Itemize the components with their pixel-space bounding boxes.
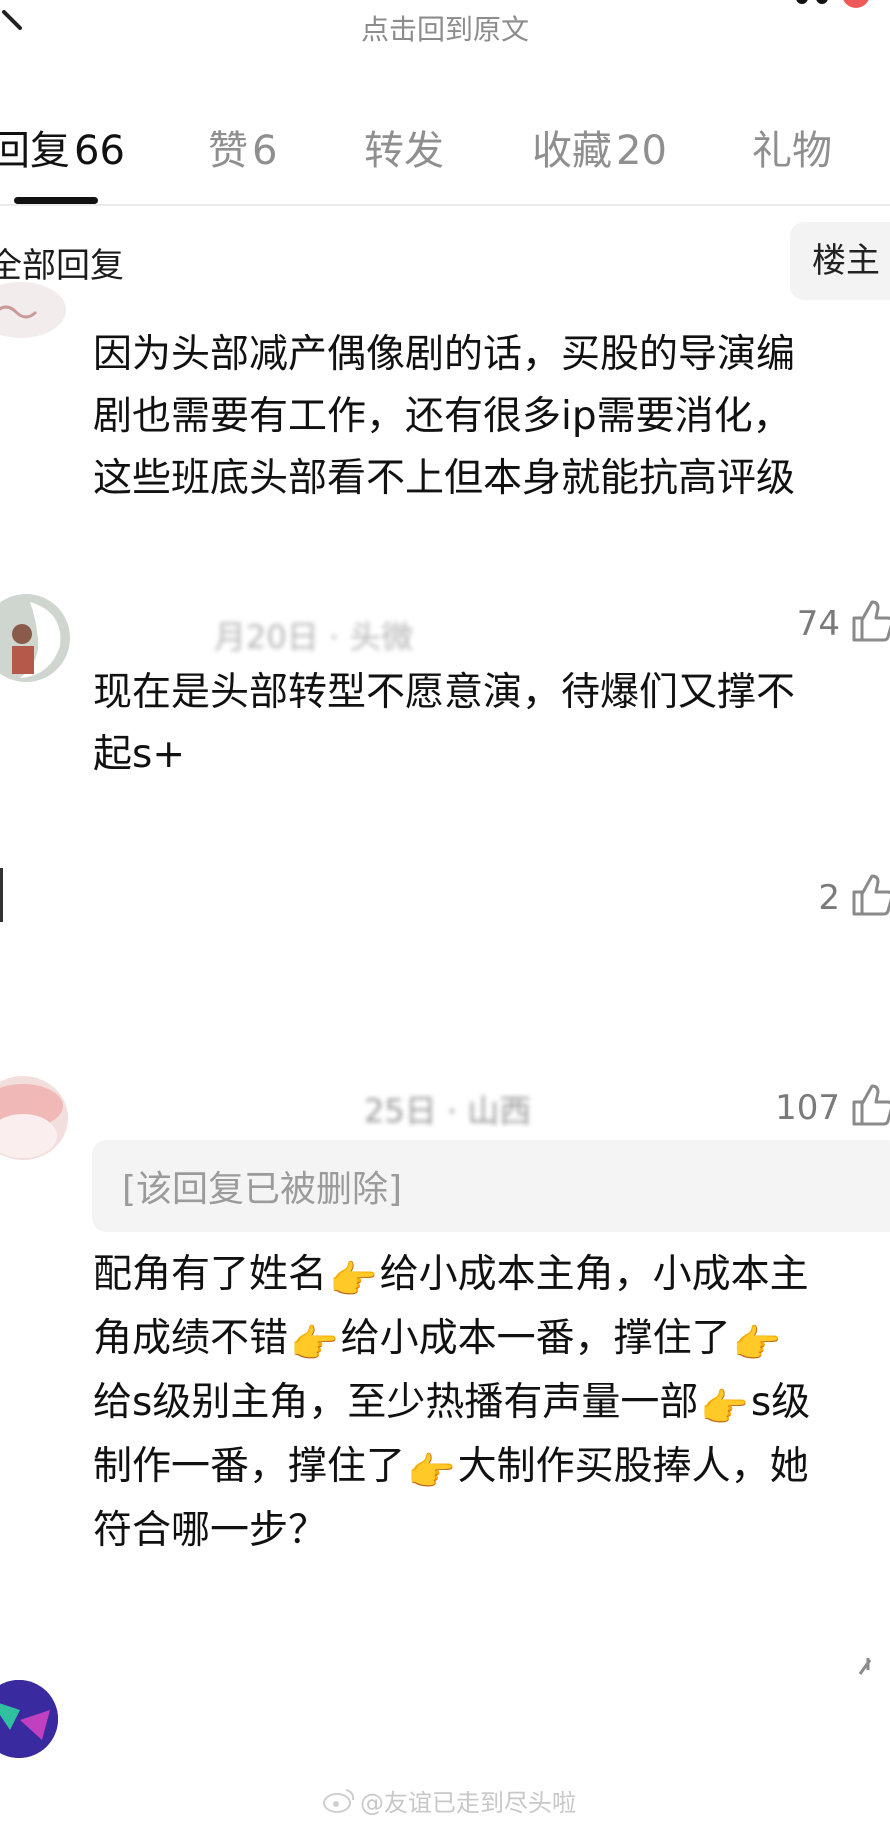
tab-reposts[interactable]: 转发	[364, 118, 444, 176]
comment-line: 剧也需要有工作，还有很多ip需要消化，	[93, 394, 792, 439]
tab-gifts[interactable]: 礼物	[752, 118, 832, 176]
active-tab-indicator	[14, 197, 98, 204]
comment-text: 制作一番，撑住了	[93, 1444, 406, 1489]
tab-gifts-label: 礼物	[752, 128, 832, 174]
tab-replies-label: 回复	[0, 128, 70, 174]
comment-text: 给s级别主角，至少热播有声量一部	[93, 1380, 699, 1425]
thumbs-up-icon[interactable]	[852, 1082, 890, 1126]
pointing-right-emoji: 👉	[329, 1258, 378, 1303]
comment-line: 这些班底头部看不上但本身就能抗高评级	[93, 456, 796, 501]
avatar[interactable]	[0, 282, 66, 338]
comment-text: 大制作买股捧人，她	[457, 1444, 809, 1489]
avatar[interactable]	[0, 1680, 58, 1758]
comment-meta: 月20日 · 头微	[214, 618, 414, 656]
avatar-image	[0, 594, 70, 682]
pointing-right-emoji: 👉	[407, 1450, 456, 1495]
pointing-right-emoji: 👉	[700, 1386, 749, 1431]
comment-line: 给s级别主角，至少热播有声量一部👉s级	[93, 1372, 810, 1440]
avatar-edge	[0, 868, 3, 922]
like-count: 74	[796, 604, 840, 644]
back-to-post-link[interactable]: 点击回到原文	[0, 8, 890, 48]
comment-text: 角成绩不错	[93, 1316, 289, 1361]
tab-likes-label: 赞	[208, 128, 248, 174]
tab-reposts-label: 转发	[364, 128, 444, 174]
op-only-filter[interactable]: 楼主	[790, 222, 890, 300]
comment-line: 配角有了姓名👉给小成本主角，小成本主	[93, 1244, 809, 1312]
tab-likes[interactable]: 赞6	[208, 118, 277, 176]
avatar-image	[0, 1084, 63, 1158]
all-replies-filter[interactable]: 全部回复	[0, 238, 124, 287]
comment-text: 配角有了姓名	[93, 1252, 328, 1297]
comment-line: 制作一番，撑住了👉大制作买股捧人，她	[93, 1436, 809, 1504]
avatar[interactable]	[0, 1076, 68, 1160]
pointing-right-emoji: 👉	[290, 1322, 339, 1367]
avatar[interactable]	[0, 594, 70, 682]
avatar-image	[0, 1680, 58, 1758]
weibo-logo-icon	[323, 1789, 355, 1813]
tab-replies[interactable]: 回复 66	[0, 118, 125, 176]
comment-line: 起s+	[93, 732, 185, 777]
comment-meta: 25日 · 山西	[364, 1092, 532, 1130]
comment-line: 因为头部减产偶像剧的话，买股的导演编	[93, 332, 796, 377]
tab-favorites-label: 收藏	[532, 128, 612, 174]
tab-favorites[interactable]: 收藏 20	[532, 118, 667, 176]
tab-bar: 回复 66 赞6 转发 收藏 20 礼物	[0, 118, 890, 178]
comment-text: s级	[750, 1380, 811, 1425]
watermark-text: @友谊已走到尽头啦	[360, 1789, 576, 1817]
tab-replies-count: 66	[74, 128, 125, 174]
like-count: 2	[818, 878, 840, 918]
avatar-image	[0, 305, 38, 319]
tab-favorites-count: 20	[616, 128, 667, 174]
thumbs-up-icon[interactable]	[852, 872, 890, 916]
deleted-reply-notice: [该回复已被删除]	[122, 1169, 403, 1210]
thumbs-up-icon[interactable]	[856, 1654, 890, 1714]
comment-text: 给小成本主角，小成本主	[379, 1252, 809, 1297]
comment-line: 符合哪一步？	[93, 1508, 328, 1553]
comment-line: 角成绩不错👉给小成本一番，撑住了👉	[93, 1308, 783, 1376]
divider	[0, 204, 890, 206]
thumbs-up-icon[interactable]	[852, 598, 890, 642]
tab-likes-count: 6	[252, 128, 278, 174]
like-count: 107	[775, 1088, 840, 1128]
comment-text: 给小成本一番，撑住了	[340, 1316, 731, 1361]
comment-line: 现在是头部转型不愿意演，待爆们又撑不	[93, 670, 796, 715]
pointing-right-emoji: 👉	[732, 1322, 782, 1367]
